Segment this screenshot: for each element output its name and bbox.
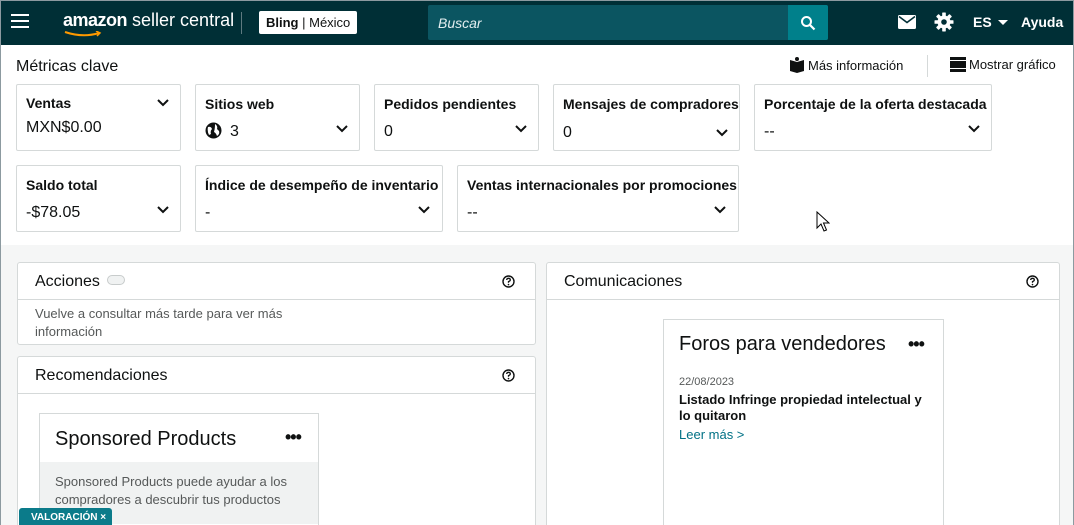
language-selector[interactable]: ES xyxy=(973,14,1008,30)
comunicaciones-header: Comunicaciones xyxy=(547,263,1059,300)
metrics-title: Métricas clave xyxy=(16,58,119,75)
show-graph-button[interactable]: Mostrar gráfico xyxy=(950,57,1056,72)
metric-card-mensajes-compradores[interactable]: Mensajes de compradores 0 xyxy=(553,84,740,151)
chevron-down-icon xyxy=(157,206,169,214)
show-graph-label: Mostrar gráfico xyxy=(969,57,1056,72)
header-divider xyxy=(927,55,928,77)
metric-card-saldo-total[interactable]: Saldo total -$78.05 xyxy=(16,165,181,232)
book-icon xyxy=(790,57,804,73)
store-region: México xyxy=(309,15,351,30)
comunicaciones-title: Comunicaciones xyxy=(564,273,683,290)
metric-label: Pedidos pendientes xyxy=(384,96,517,112)
mouse-cursor-icon xyxy=(816,211,830,232)
acciones-toggle[interactable] xyxy=(106,275,125,285)
chevron-down-icon xyxy=(515,125,527,133)
metric-card-indice-inventario[interactable]: Índice de desempeño de inventario - xyxy=(195,165,443,232)
nav-divider xyxy=(241,12,242,34)
acciones-message: Vuelve a consultar más tarde para ver má… xyxy=(35,306,283,339)
acciones-title: Acciones xyxy=(35,273,125,291)
more-options-icon[interactable]: ••• xyxy=(285,427,302,448)
chevron-down-icon xyxy=(968,125,980,133)
more-info-link[interactable]: Más información xyxy=(789,57,903,73)
search-button[interactable] xyxy=(788,5,828,40)
chevron-down-icon xyxy=(714,206,726,214)
metric-label: Sitios web xyxy=(205,96,275,112)
logo-brand: amazon xyxy=(63,10,128,30)
chevron-down-icon xyxy=(716,129,728,137)
search-input[interactable]: Buscar xyxy=(428,5,828,40)
recomendaciones-header: Recomendaciones xyxy=(18,357,535,394)
sponsored-products-description: Sponsored Products puede ayudar a los co… xyxy=(55,474,287,507)
help-icon[interactable] xyxy=(1026,275,1039,288)
feedback-tag[interactable]: VALORACIÓN × xyxy=(19,508,113,525)
mail-icon[interactable] xyxy=(898,15,916,29)
help-icon[interactable] xyxy=(502,369,515,382)
metric-value: -- xyxy=(467,204,478,221)
metric-card-pedidos-pendientes[interactable]: Pedidos pendientes 0 xyxy=(374,84,539,151)
metric-value: 3 xyxy=(230,123,239,140)
logo-rest: seller central xyxy=(127,10,235,30)
comunicaciones-panel: Comunicaciones Foros para vendedores •••… xyxy=(546,262,1060,525)
metric-value: MXN$0.00 xyxy=(26,119,102,136)
metric-label: Ventas xyxy=(26,95,72,111)
recomendaciones-panel: Recomendaciones Sponsored Products ••• S… xyxy=(17,356,536,525)
graph-icon xyxy=(950,57,966,72)
metric-label: Porcentaje de la oferta destacada xyxy=(764,96,987,112)
acciones-title-text: Acciones xyxy=(35,273,100,290)
feedback-label: VALORACIÓN xyxy=(31,512,98,523)
top-navigation-bar: amazon seller central Bling | México Bus… xyxy=(1,1,1073,45)
metric-card-sitios-web[interactable]: Sitios web 3 xyxy=(195,84,360,151)
close-icon[interactable]: × xyxy=(100,512,106,523)
gear-icon[interactable] xyxy=(934,12,954,32)
search-placeholder: Buscar xyxy=(438,15,482,31)
help-link[interactable]: Ayuda xyxy=(1021,14,1063,30)
language-label: ES xyxy=(973,14,992,30)
chevron-down-icon xyxy=(336,125,348,133)
caret-down-icon xyxy=(997,20,1008,25)
menu-icon[interactable] xyxy=(11,14,29,28)
metric-value: 0 xyxy=(563,124,572,141)
metric-card-ventas[interactable]: Ventas MXN$0.00 xyxy=(16,84,181,151)
metric-value: 0 xyxy=(384,123,393,140)
search-icon xyxy=(801,16,816,31)
post-title[interactable]: Listado Infringe propiedad intelectual y… xyxy=(679,392,934,424)
metric-value: -- xyxy=(764,123,775,140)
metric-value-row: 3 xyxy=(205,122,239,141)
more-options-icon[interactable]: ••• xyxy=(908,334,925,355)
metric-value: -$78.05 xyxy=(26,204,81,221)
metric-card-ventas-internacionales[interactable]: Ventas internacionales por promociones -… xyxy=(457,165,739,232)
metric-card-oferta-destacada[interactable]: Porcentaje de la oferta destacada -- xyxy=(754,84,992,151)
seller-forums-card[interactable]: Foros para vendedores ••• 22/08/2023 Lis… xyxy=(663,319,944,525)
seller-central-logo[interactable]: amazon seller central xyxy=(63,10,234,38)
metric-value: - xyxy=(205,204,211,221)
recomendaciones-title: Recomendaciones xyxy=(35,367,168,384)
chevron-down-icon xyxy=(157,99,169,107)
more-info-label: Más información xyxy=(808,58,904,73)
chevron-down-icon xyxy=(418,206,430,214)
store-name: Bling xyxy=(266,15,299,30)
store-switcher[interactable]: Bling | México xyxy=(259,11,358,34)
globe-icon xyxy=(205,122,222,139)
logo-smile-icon xyxy=(64,31,102,37)
metric-label: Saldo total xyxy=(26,177,98,193)
metric-label: Índice de desempeño de inventario xyxy=(205,177,439,193)
seller-forums-title: Foros para vendedores xyxy=(679,333,886,355)
read-more-link[interactable]: Leer más > xyxy=(679,427,744,442)
metric-label: Ventas internacionales por promociones xyxy=(467,177,737,193)
acciones-panel: Acciones Vuelve a consultar más tarde pa… xyxy=(17,262,536,345)
metric-label: Mensajes de compradores xyxy=(563,96,739,112)
acciones-header: Acciones xyxy=(18,263,535,300)
help-icon[interactable] xyxy=(502,275,515,288)
sponsored-products-title: Sponsored Products xyxy=(55,428,237,450)
post-date: 22/08/2023 xyxy=(679,376,735,388)
